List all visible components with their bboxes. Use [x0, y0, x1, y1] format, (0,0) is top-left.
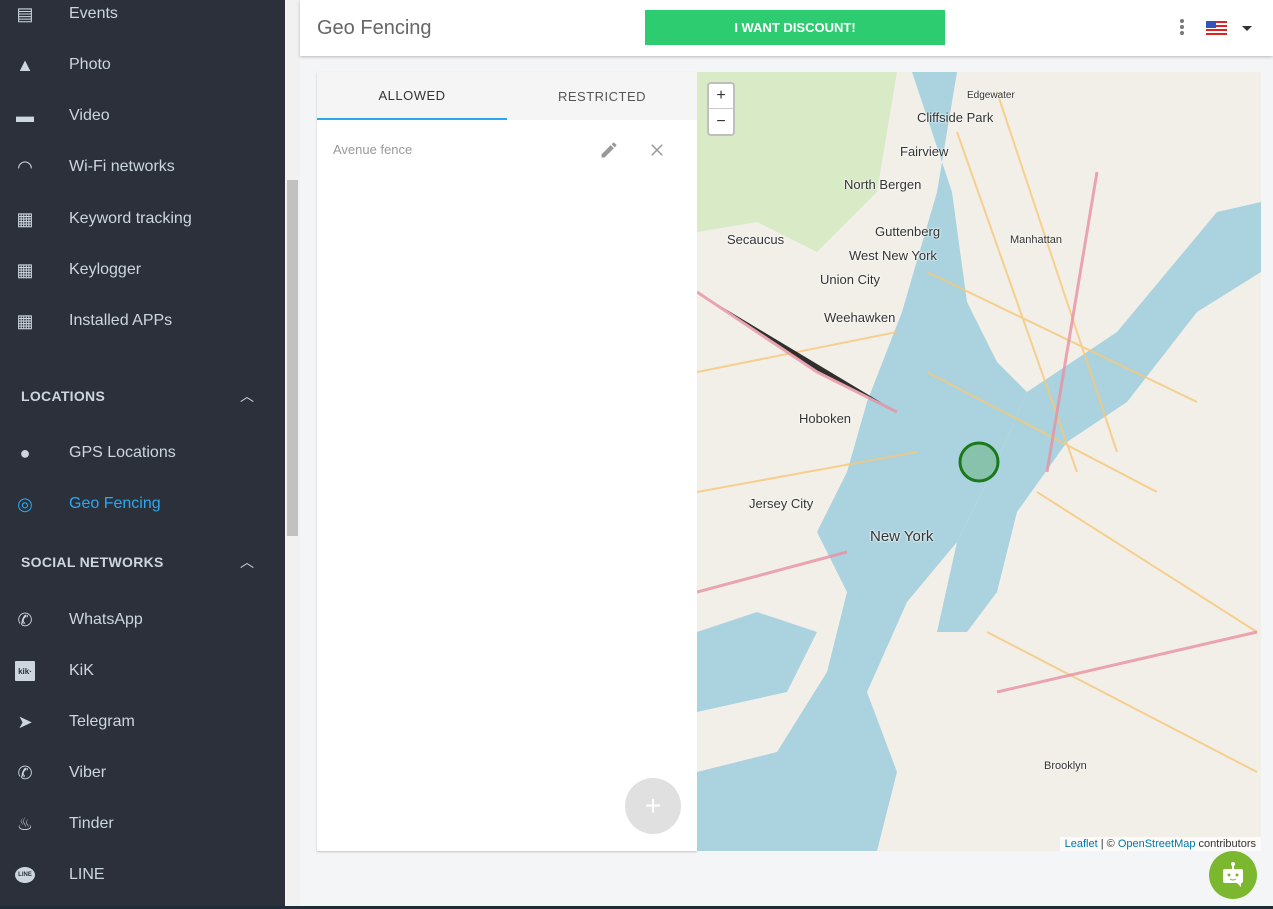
page-title: Geo Fencing — [317, 17, 432, 39]
sidebar-item-geo-fencing[interactable]: ◎ Geo Fencing — [0, 484, 285, 524]
target-icon: ◎ — [17, 493, 33, 514]
map-label: Union City — [820, 272, 880, 287]
sidebar-item-photo[interactable]: ▲ Photo — [0, 45, 285, 85]
sidebar-item-label: LINE — [69, 866, 105, 883]
telegram-icon: ➤ — [17, 711, 33, 732]
header: Geo Fencing I WANT DISCOUNT! — [300, 0, 1273, 56]
tab-allowed[interactable]: ALLOWED — [317, 72, 507, 120]
sidebar-item-line[interactable]: LINE LINE — [0, 855, 285, 895]
map-label: Hoboken — [799, 411, 852, 426]
line-icon: LINE — [15, 865, 35, 885]
map-label: West New York — [849, 248, 937, 263]
kik-icon: kik· — [15, 661, 35, 681]
edit-icon[interactable] — [599, 140, 619, 160]
map-pin-icon: ● — [19, 442, 31, 463]
wifi-icon: ◠ — [17, 156, 33, 177]
sidebar-item-video[interactable]: ▬ Video — [0, 96, 285, 136]
sidebar-item-telegram[interactable]: ➤ Telegram — [0, 702, 285, 742]
line-glyph: LINE — [15, 867, 35, 883]
viber-icon: ✆ — [17, 762, 33, 783]
scrollbar-thumb[interactable] — [287, 180, 298, 536]
chevron-up-icon[interactable]: ︿ — [240, 552, 254, 572]
kik-glyph: kik· — [15, 661, 35, 681]
sidebar-item-installed-apps[interactable]: ▦ Installed APPs — [0, 301, 285, 341]
sidebar-item-label: Keylogger — [69, 261, 142, 278]
chatbot-button[interactable] — [1209, 851, 1257, 899]
map-label: Cliffside Park — [917, 110, 994, 125]
attribution-separator: | © — [1097, 838, 1118, 850]
add-fence-button[interactable]: + — [625, 778, 681, 834]
sidebar: ▤ Events ▲ Photo ▬ Video ◠ Wi-Fi networks ▦ Keywo… — [0, 0, 285, 909]
sidebar-item-wi-fi-networks[interactable]: ◠ Wi-Fi networks — [0, 147, 285, 187]
keyboard-icon: ▦ — [16, 259, 34, 280]
zoom-out-button[interactable]: − — [709, 109, 733, 134]
close-icon[interactable] — [648, 141, 666, 159]
map-label: Secaucus — [727, 232, 785, 247]
keyboard-hide-icon: ▦ — [16, 208, 34, 229]
map-label: Weehawken — [824, 310, 896, 325]
sidebar-item-label: Telegram — [69, 713, 135, 730]
us-flag-icon[interactable] — [1206, 21, 1227, 35]
sidebar-item-whatsapp[interactable]: ✆ WhatsApp — [0, 600, 285, 640]
apps-grid-icon: ▦ — [16, 310, 34, 331]
sidebar-item-gps-locations[interactable]: ● GPS Locations — [0, 433, 285, 473]
more-vert-icon[interactable] — [1180, 19, 1186, 35]
tinder-icon: ♨ — [16, 813, 34, 834]
leaflet-link[interactable]: Leaflet — [1065, 838, 1098, 850]
map-attribution: Leaflet | © OpenStreetMap contributors — [1059, 837, 1261, 851]
sidebar-item-viber[interactable]: ✆ Viber — [0, 753, 285, 793]
map-tiles — [697, 72, 1261, 851]
zoom-in-button[interactable]: + — [709, 84, 733, 109]
sidebar-item-label: Video — [69, 107, 110, 124]
discount-button[interactable]: I WANT DISCOUNT! — [645, 10, 945, 45]
map-label: Manhattan — [1010, 234, 1062, 246]
sidebar-item-label: Wi-Fi networks — [69, 158, 175, 175]
sidebar-item-label: WhatsApp — [69, 611, 143, 628]
sidebar-item-label: KiK — [69, 662, 94, 679]
image-icon: ▲ — [16, 54, 34, 75]
geofence-circle — [958, 441, 1000, 483]
chevron-up-icon[interactable]: ︿ — [240, 386, 254, 406]
caret-down-icon[interactable] — [1242, 26, 1252, 31]
map-label: Brooklyn — [1044, 760, 1087, 772]
robot-icon — [1223, 862, 1243, 887]
sidebar-item-label: GPS Locations — [69, 444, 176, 461]
whatsapp-icon: ✆ — [17, 609, 33, 630]
sidebar-item-label: Installed APPs — [69, 312, 173, 329]
sidebar-item-kik[interactable]: kik· KiK — [0, 651, 285, 691]
section-locations-title: LOCATIONS — [21, 388, 106, 404]
sidebar-item-label: Photo — [69, 56, 111, 73]
osm-link[interactable]: OpenStreetMap — [1118, 838, 1196, 850]
movie-icon: ▬ — [16, 105, 34, 126]
map[interactable]: Cliffside Park Edgewater Fairview North … — [697, 72, 1261, 851]
tab-restricted[interactable]: RESTRICTED — [507, 72, 697, 120]
sidebar-item-keyword-tracking[interactable]: ▦ Keyword tracking — [0, 199, 285, 239]
sidebar-item-label: Viber — [69, 764, 107, 781]
sidebar-item-tinder[interactable]: ♨ Tinder — [0, 804, 285, 844]
sidebar-item-label: Tinder — [69, 815, 114, 832]
sidebar-item-events[interactable]: ▤ Events — [0, 0, 285, 34]
map-label: North Bergen — [844, 177, 922, 192]
section-social-title: SOCIAL NETWORKS — [21, 554, 164, 570]
sidebar-item-label: Keyword tracking — [69, 210, 192, 227]
map-label: Jersey City — [749, 496, 814, 511]
map-label: New York — [870, 528, 934, 545]
map-zoom-control: + − — [707, 82, 735, 136]
map-label: Edgewater — [967, 90, 1015, 101]
map-label: Guttenberg — [875, 224, 941, 239]
sidebar-item-keylogger[interactable]: ▦ Keylogger — [0, 250, 285, 290]
sidebar-item-label: Events — [69, 5, 118, 22]
attribution-suffix: contributors — [1195, 838, 1256, 850]
map-label: Fairview — [900, 144, 949, 159]
sidebar-item-label: Geo Fencing — [69, 495, 161, 512]
geofence-panel: ALLOWED RESTRICTED Avenue fence + — [317, 72, 697, 851]
calendar-icon: ▤ — [16, 3, 34, 24]
fence-name[interactable]: Avenue fence — [333, 142, 412, 157]
